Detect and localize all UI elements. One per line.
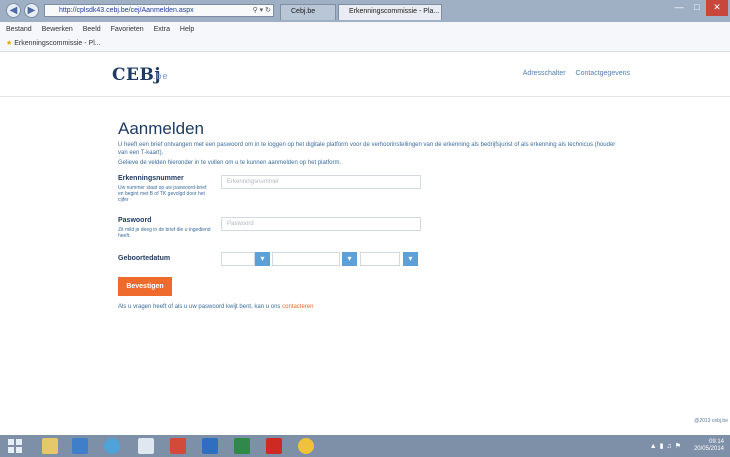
- paswoord-help: Zit mild je deeg in de brief die u inged…: [118, 227, 211, 239]
- day-dropdown-icon[interactable]: ▾: [255, 252, 270, 266]
- excel-icon[interactable]: [234, 438, 250, 454]
- site-logo-suffix: .be: [153, 71, 169, 81]
- erkenningsnummer-placeholder: Erkenningsnummer: [227, 179, 280, 185]
- menu-help[interactable]: Help: [180, 26, 194, 33]
- document-icon[interactable]: [138, 438, 154, 454]
- file-explorer-icon[interactable]: [42, 438, 58, 454]
- nav-adresschalter[interactable]: Adresschalter: [523, 70, 566, 77]
- bevestigen-button[interactable]: Bevestigen: [118, 277, 172, 296]
- internet-explorer-icon[interactable]: [104, 438, 120, 454]
- tab-label: Erkenningscommissie - Pla...: [349, 8, 440, 15]
- clock-date: 20/05/2014: [693, 446, 724, 452]
- address-bar[interactable]: http://cplsdk43.cebj.be/cej/Aanmelden.as…: [44, 4, 274, 17]
- tab-erkenningscommissie[interactable]: Erkenningscommissie - Pla...: [338, 4, 442, 20]
- paswoord-placeholder: Paswoord: [227, 221, 254, 227]
- menu-beeld[interactable]: Beeld: [83, 26, 101, 33]
- favorite-item[interactable]: Erkenningscommissie - Pl...: [14, 40, 100, 47]
- browser-titlebar: ◀ ▶ http://cplsdk43.cebj.be/cej/Aanmelde…: [0, 0, 730, 22]
- paswoord-label: Paswoord: [118, 217, 152, 224]
- site-header: CEBj .be Adresschalter Contactgegevens: [0, 52, 730, 97]
- web-page: CEBj .be Adresschalter Contactgegevens A…: [0, 52, 730, 435]
- paswoord-input[interactable]: Paswoord: [221, 217, 421, 231]
- windows-start-icon[interactable]: [8, 439, 22, 453]
- tab-cebj[interactable]: Cebj.be: [280, 4, 336, 20]
- erkenningsnummer-help: Uw nummer staat op uw paswoord-brief en …: [118, 185, 207, 203]
- year-select[interactable]: [360, 252, 400, 266]
- nav-contactgegevens[interactable]: Contactgegevens: [576, 70, 630, 77]
- forward-button[interactable]: ▶: [24, 3, 39, 18]
- footnote-text: Als u vragen heeft of als u uw paswoord …: [118, 304, 281, 310]
- page-title: Aanmelden: [118, 119, 205, 138]
- copyright-text: @2013 cebj.be: [694, 418, 728, 424]
- month-select[interactable]: [272, 252, 340, 266]
- word-icon[interactable]: [202, 438, 218, 454]
- instruction-text: Gelieve de velden hieronder in te vullen…: [118, 160, 342, 166]
- year-dropdown-icon[interactable]: ▾: [403, 252, 418, 266]
- erkenningsnummer-input[interactable]: Erkenningsnummer: [221, 175, 421, 189]
- powerpoint-icon[interactable]: [170, 438, 186, 454]
- menu-bar: Bestand Bewerken Beeld Favorieten Extra …: [0, 22, 730, 37]
- minimize-button[interactable]: —: [670, 0, 688, 16]
- system-tray-icons[interactable]: ▲▮♫⚑: [650, 442, 684, 450]
- geboortedatum-label: Geboortedatum: [118, 255, 171, 262]
- intro-text: U heeft een brief ontvangen met een pasw…: [118, 142, 616, 156]
- contact-link[interactable]: contacteren: [282, 304, 313, 310]
- tab-label: Cebj.be: [291, 8, 316, 15]
- favorites-bar: ★ Erkenningscommissie - Pl...: [0, 37, 730, 52]
- day-select[interactable]: [221, 252, 255, 266]
- address-text: http://cplsdk43.cebj.be/cej/Aanmelden.as…: [59, 7, 194, 14]
- chrome-icon[interactable]: [298, 438, 314, 454]
- menu-extra[interactable]: Extra: [154, 26, 170, 33]
- favorites-star-icon[interactable]: ★: [6, 40, 12, 47]
- back-button[interactable]: ◀: [6, 3, 21, 18]
- close-button[interactable]: ✕: [706, 0, 728, 16]
- menu-bewerken[interactable]: Bewerken: [42, 26, 73, 33]
- menu-favorieten[interactable]: Favorieten: [111, 26, 144, 33]
- top-nav: Adresschalter Contactgegevens: [515, 70, 630, 77]
- clock[interactable]: 09:14 20/05/2014: [694, 439, 724, 453]
- search-icon[interactable]: ⚲ ▾ ↻: [253, 5, 271, 16]
- acrobat-icon[interactable]: [266, 438, 282, 454]
- maximize-button[interactable]: □: [688, 0, 706, 16]
- clock-time: 09:14: [708, 439, 724, 445]
- erkenningsnummer-label: Erkenningsnummer: [118, 175, 184, 182]
- month-dropdown-icon[interactable]: ▾: [342, 252, 357, 266]
- outlook-icon[interactable]: [72, 438, 88, 454]
- help-footnote: Als u vragen heeft of als u uw paswoord …: [118, 304, 568, 310]
- menu-bestand[interactable]: Bestand: [6, 26, 32, 33]
- windows-taskbar: ▲▮♫⚑ 09:14 20/05/2014: [0, 435, 730, 457]
